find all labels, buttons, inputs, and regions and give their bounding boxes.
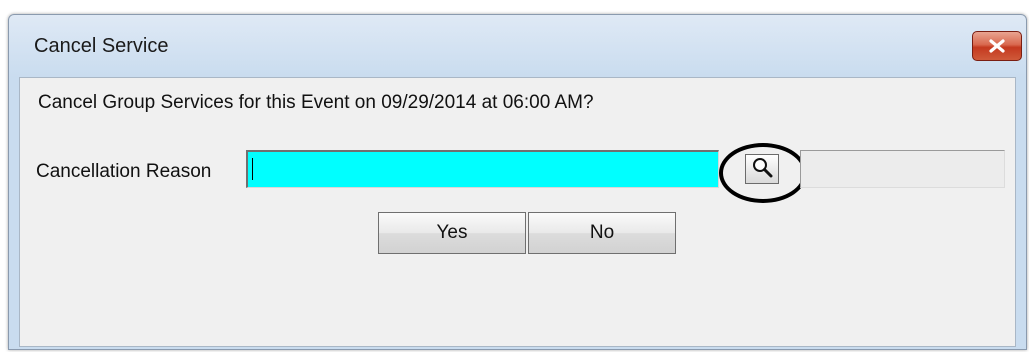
close-button[interactable]: [972, 31, 1022, 61]
reason-description-field: [800, 150, 1005, 188]
confirmation-prompt: Cancel Group Services for this Event on …: [38, 92, 594, 113]
title-bar[interactable]: Cancel Service: [9, 15, 1026, 77]
close-x-icon: [988, 39, 1006, 53]
cancellation-reason-input[interactable]: [246, 150, 719, 188]
cancel-service-dialog: Cancel Service Cancel Group Services for…: [8, 14, 1027, 350]
text-cursor: [252, 158, 253, 180]
dialog-title: Cancel Service: [34, 35, 169, 57]
dialog-body: Cancel Group Services for this Event on …: [19, 77, 1016, 347]
no-button[interactable]: No: [528, 212, 676, 254]
cancellation-reason-label: Cancellation Reason: [36, 161, 212, 182]
yes-button[interactable]: Yes: [378, 212, 526, 254]
highlight-circle-annotation: [719, 143, 807, 203]
